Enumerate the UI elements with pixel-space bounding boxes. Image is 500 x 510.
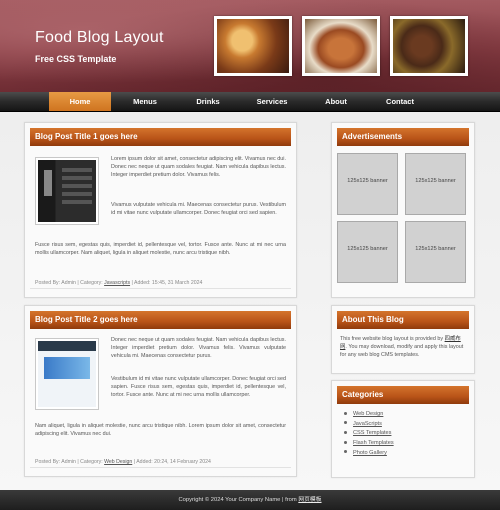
- list-item: Flash Templates: [340, 439, 466, 449]
- panel-title: Advertisements: [337, 128, 469, 146]
- nav-menus[interactable]: Menus: [114, 92, 176, 111]
- post-paragraph: Donec nec neque ut quam sodales feugiat.…: [111, 337, 286, 359]
- categories-panel: Categories Web Design JavaScripts CSS Te…: [331, 380, 475, 478]
- panel-title: About This Blog: [337, 311, 469, 329]
- post-meta-author: Posted By: Admin | Category:: [35, 280, 105, 286]
- food-photo-1: [214, 16, 292, 76]
- food-photo-3: [390, 16, 468, 76]
- list-item: JavaScripts: [340, 420, 466, 430]
- nav-drinks[interactable]: Drinks: [177, 92, 239, 111]
- post-paragraph: Vestibulum id mi vitae nunc vulputate ul…: [111, 376, 286, 398]
- nav-about[interactable]: About: [305, 92, 367, 111]
- divider: [30, 288, 291, 289]
- bullet-icon: [344, 450, 347, 454]
- category-link[interactable]: Web Design: [353, 411, 383, 417]
- category-link[interactable]: Javascripts: [104, 280, 130, 286]
- post-paragraph: Fusce risus sem, egestas quis, imperdiet…: [35, 242, 286, 256]
- post-meta-date: | Added: 15:45, 31 March 2024: [130, 280, 203, 286]
- site-footer: Copyright © 2024 Your Company Name | fro…: [0, 490, 500, 510]
- blog-post-2: Blog Post Title 2 goes here Donec nec ne…: [24, 305, 297, 477]
- ad-banner[interactable]: 125x125 banner: [405, 221, 466, 283]
- category-list: Web Design JavaScripts CSS Templates Fla…: [340, 410, 466, 459]
- advertisements-panel: Advertisements 125x125 banner 125x125 ba…: [331, 122, 475, 298]
- list-item: Photo Gallery: [340, 449, 466, 459]
- category-link[interactable]: Web Design: [104, 459, 132, 465]
- post-meta-date: | Added: 20:24, 14 February 2024: [132, 459, 211, 465]
- category-link[interactable]: JavaScripts: [353, 421, 382, 427]
- ad-banner[interactable]: 125x125 banner: [405, 153, 466, 215]
- post-title[interactable]: Blog Post Title 1 goes here: [30, 128, 291, 146]
- ad-banner[interactable]: 125x125 banner: [337, 221, 398, 283]
- nav-contact[interactable]: Contact: [369, 92, 431, 111]
- copyright-text: Copyright © 2024 Your Company Name | fro…: [178, 497, 299, 503]
- post-thumbnail[interactable]: [35, 157, 99, 225]
- about-text: This free website blog layout is provide…: [340, 335, 466, 359]
- bullet-icon: [344, 411, 347, 415]
- bullet-icon: [344, 440, 347, 444]
- blog-post-1: Blog Post Title 1 goes here Lorem ipsum …: [24, 122, 297, 298]
- list-item: CSS Templates: [340, 429, 466, 439]
- post-thumbnail[interactable]: [35, 338, 99, 410]
- about-text-start: This free website blog layout is provide…: [340, 336, 445, 342]
- food-photo-2: [302, 16, 380, 76]
- post-paragraph: Nam aliquet, ligula in aliquet molestie,…: [35, 423, 286, 437]
- divider: [30, 467, 291, 468]
- nav-home[interactable]: Home: [49, 92, 111, 111]
- site-header: Food Blog Layout Free CSS Template: [0, 0, 500, 92]
- bullet-icon: [344, 421, 347, 425]
- about-panel: About This Blog This free website blog l…: [331, 305, 475, 374]
- post-meta: Posted By: Admin | Category: Web Design …: [35, 459, 286, 465]
- footer-link[interactable]: 网页模板: [298, 497, 321, 503]
- list-item: Web Design: [340, 410, 466, 420]
- post-paragraph: Vivamus vulputate vehicula mi. Maecenas …: [111, 202, 286, 216]
- category-link[interactable]: Flash Templates: [353, 440, 394, 446]
- site-title: Food Blog Layout: [35, 29, 164, 46]
- site-subtitle: Free CSS Template: [35, 54, 117, 64]
- category-link[interactable]: CSS Templates: [353, 430, 391, 436]
- post-meta: Posted By: Admin | Category: Javascripts…: [35, 280, 286, 286]
- main-nav: Home Menus Drinks Services About Contact: [0, 92, 500, 112]
- post-title[interactable]: Blog Post Title 2 goes here: [30, 311, 291, 329]
- nav-services[interactable]: Services: [241, 92, 303, 111]
- bullet-icon: [344, 430, 347, 434]
- category-link[interactable]: Photo Gallery: [353, 450, 387, 456]
- post-meta-author: Posted By: Admin | Category:: [35, 459, 105, 465]
- post-paragraph: Lorem ipsum dolor sit amet, consectetur …: [111, 156, 286, 178]
- panel-title: Categories: [337, 386, 469, 404]
- ad-banner[interactable]: 125x125 banner: [337, 153, 398, 215]
- about-text-end: . You may download, modify and apply thi…: [340, 344, 464, 358]
